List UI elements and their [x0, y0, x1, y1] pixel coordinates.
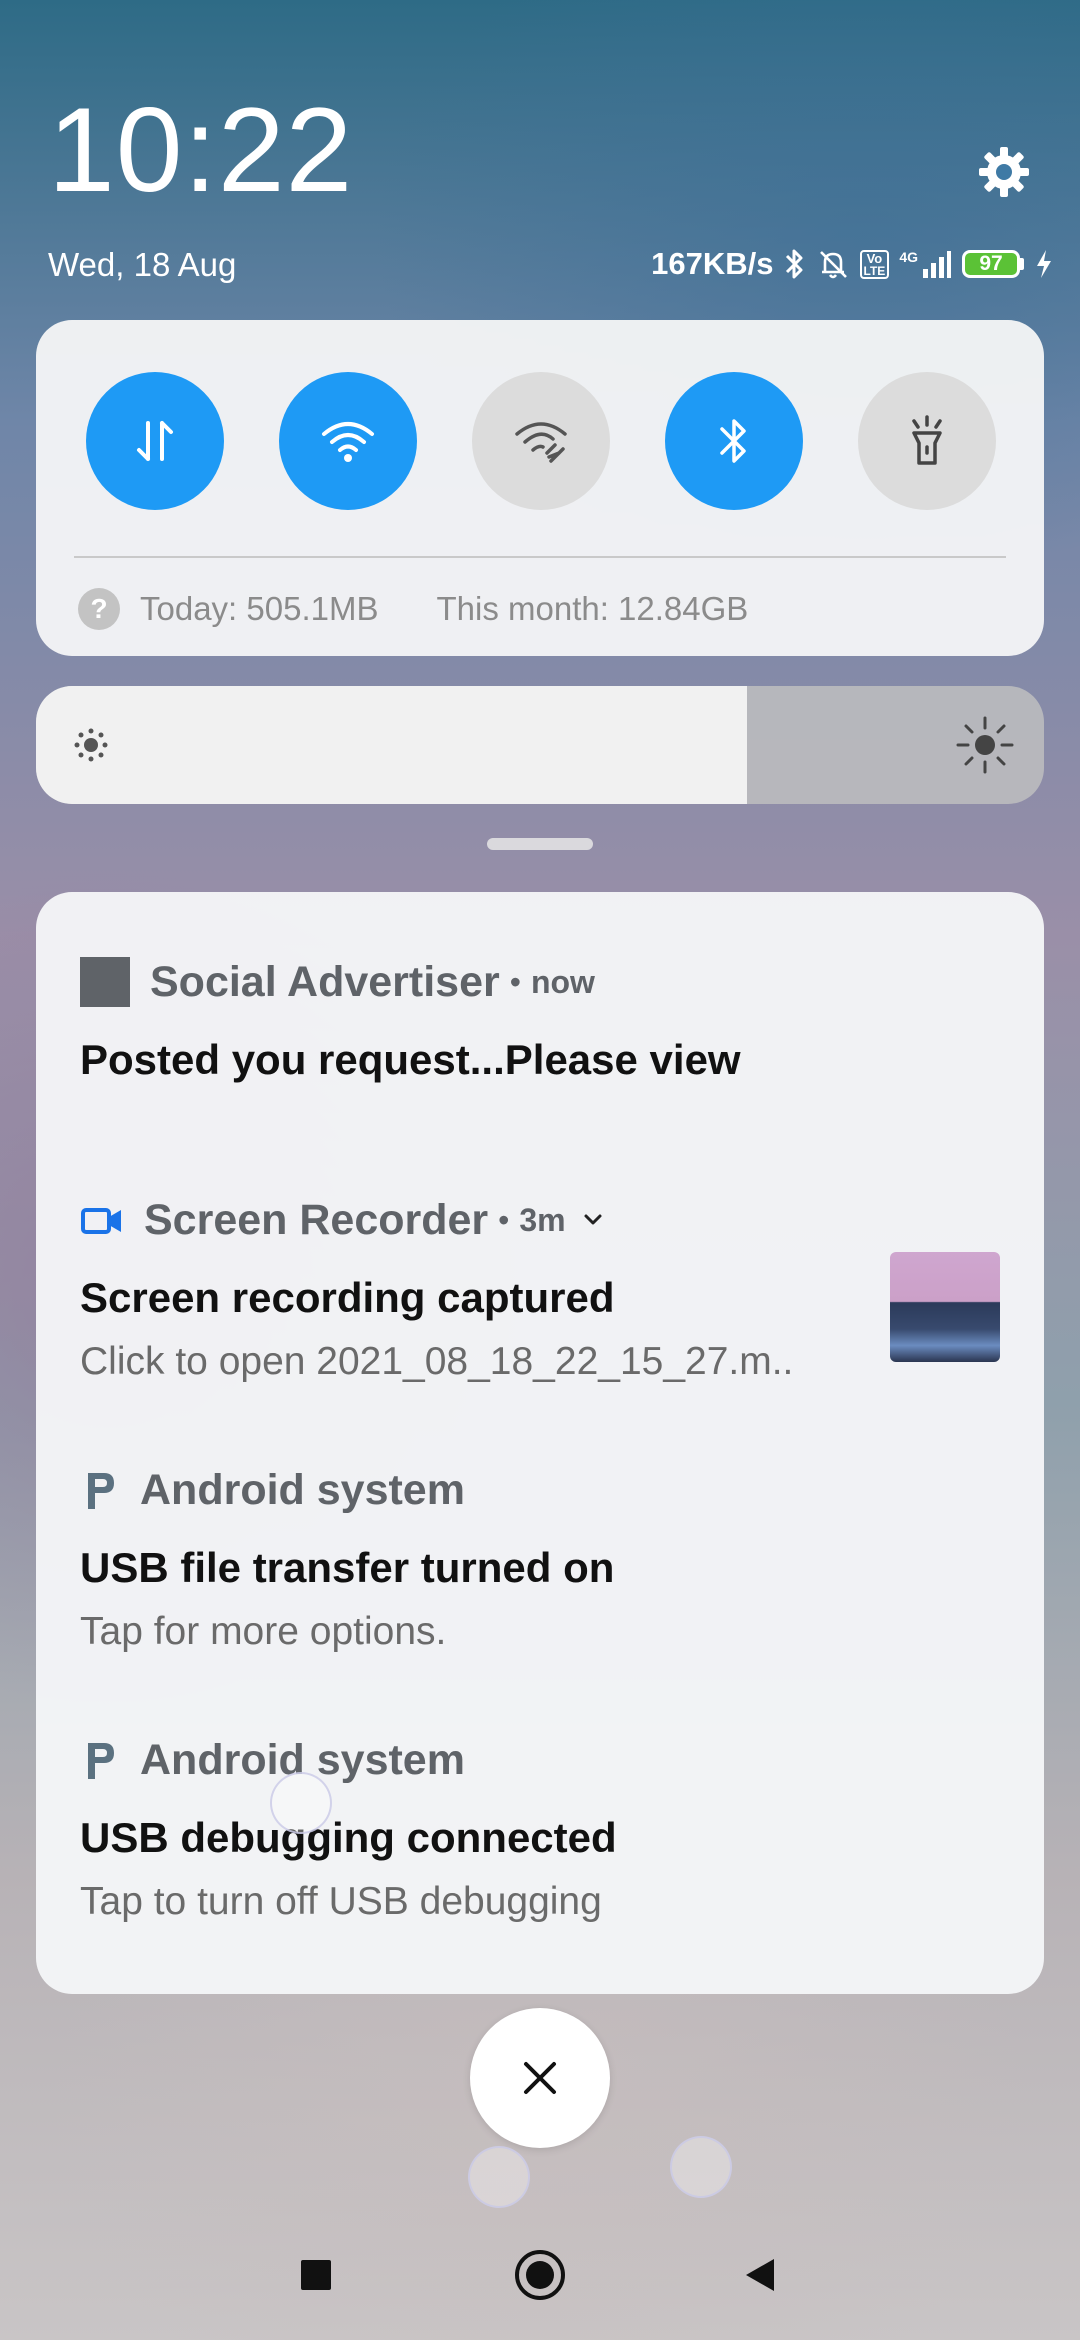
volte-icon: Vo LTE	[859, 249, 890, 279]
brightness-slider[interactable]	[36, 686, 1044, 804]
android-system-icon	[88, 1743, 114, 1779]
app-name: Screen Recorder	[144, 1195, 489, 1244]
data-usage[interactable]: ? Today: 505.1MB This month: 12.84GB	[78, 588, 748, 630]
data-today: Today: 505.1MB	[140, 590, 379, 627]
hotspot-icon	[515, 422, 567, 463]
data-month: This month: 12.84GB	[436, 590, 749, 627]
flashlight-toggle[interactable]	[858, 372, 996, 510]
video-camera-icon	[81, 1208, 121, 1234]
back-button[interactable]	[725, 2240, 795, 2310]
drag-handle[interactable]	[487, 838, 593, 850]
mute-bell-icon	[816, 247, 850, 281]
back-icon	[746, 2259, 774, 2291]
brightness-low-icon	[74, 728, 108, 762]
notification-usb-transfer[interactable]: Android system USB file transfer turned …	[80, 1462, 1000, 1654]
battery-icon: 97	[962, 250, 1024, 278]
charging-icon	[1034, 248, 1054, 280]
app-name: Android system	[140, 1465, 465, 1514]
mobile-data-toggle[interactable]	[86, 372, 224, 510]
android-system-icon	[88, 1473, 114, 1509]
wifi-toggle[interactable]	[279, 372, 417, 510]
navigation-bar	[0, 2220, 1080, 2330]
wifi-icon	[322, 422, 374, 462]
hotspot-toggle[interactable]	[472, 372, 610, 510]
touch-indicator	[670, 2136, 732, 2198]
notification-title: Screen recording captured	[80, 1274, 615, 1321]
notification-text: Tap to turn off USB debugging	[80, 1880, 602, 1923]
chevron-down-icon[interactable]	[578, 1205, 608, 1235]
touch-indicator	[468, 2146, 530, 2208]
close-icon	[524, 2062, 556, 2094]
notification-text: Tap for more options.	[80, 1610, 447, 1653]
status-bar: 167KB/s Vo LTE 4G 97	[651, 242, 1054, 286]
notification-screen-recorder[interactable]: Screen Recorder • 3m Screen recording ca…	[80, 1192, 1000, 1384]
network-type: 4G	[899, 249, 918, 265]
gear-icon[interactable]	[976, 144, 1032, 200]
brightness-fill	[36, 686, 747, 804]
flashlight-icon	[912, 415, 942, 465]
notification-title: USB debugging connected	[80, 1814, 617, 1861]
app-name: Social Advertiser	[150, 957, 500, 1006]
bluetooth-toggle[interactable]	[665, 372, 803, 510]
help-icon: ?	[78, 588, 120, 630]
notification-time: now	[530, 963, 595, 1000]
network-speed: 167KB/s	[651, 246, 774, 281]
recording-thumbnail	[890, 1252, 1000, 1362]
date: Wed, 18 Aug	[48, 246, 237, 283]
recents-icon	[301, 2260, 331, 2290]
recents-button[interactable]	[281, 2240, 351, 2310]
app-square-icon	[80, 957, 130, 1007]
notification-usb-debugging[interactable]: Android system USB debugging connected T…	[80, 1732, 1000, 1924]
quick-settings-panel: ? Today: 505.1MB This month: 12.84GB	[36, 320, 1044, 656]
touch-indicator	[270, 1772, 332, 1834]
home-button[interactable]	[505, 2240, 575, 2310]
battery-level: 97	[962, 250, 1020, 278]
notification-title: USB file transfer turned on	[80, 1544, 615, 1591]
home-icon	[515, 2250, 565, 2300]
signal-icon: 4G	[899, 249, 952, 279]
divider	[74, 556, 1006, 558]
bluetooth-status-icon	[784, 247, 806, 281]
notification-text: Click to open 2021_08_18_22_15_27.m..	[80, 1340, 794, 1383]
clear-all-button[interactable]	[470, 2008, 610, 2148]
bluetooth-icon	[720, 419, 746, 463]
notification-title: Posted you request...Please view	[80, 1036, 741, 1083]
mobile-data-icon	[137, 421, 173, 461]
brightness-high-icon	[956, 716, 1014, 774]
notifications-panel: Social Advertiser • now Posted you reque…	[36, 892, 1044, 1994]
notification-social-advertiser[interactable]: Social Advertiser • now Posted you reque…	[80, 954, 1000, 1084]
notification-time: 3m	[519, 1201, 566, 1238]
clock: 10:22	[48, 83, 354, 217]
